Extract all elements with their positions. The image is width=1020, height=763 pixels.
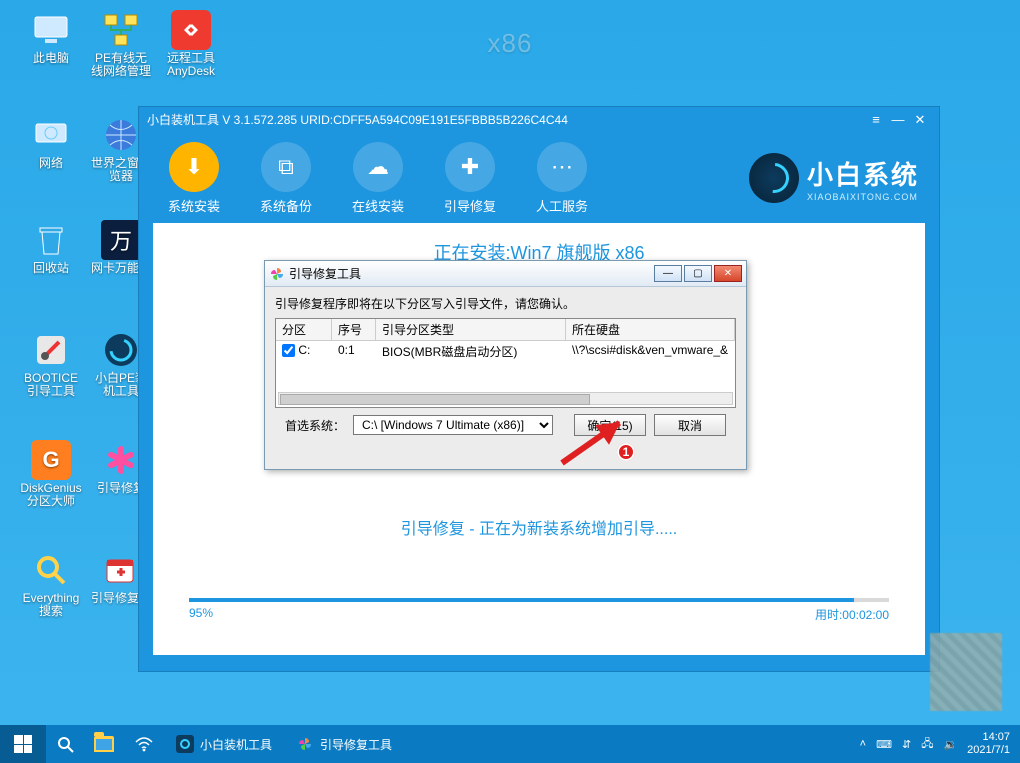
annotation-bullet: 1 <box>617 443 635 461</box>
clock-date: 2021/7/1 <box>967 744 1010 757</box>
ok-button[interactable]: 确定(15) <box>574 414 646 436</box>
table-header-row: 分区 序号 引导分区类型 所在硬盘 <box>276 319 735 341</box>
dialog-message: 引导修复程序即将在以下分区写入引导文件，请您确认。 <box>275 295 736 312</box>
desktop-icon-bootice[interactable]: BOOTICE引导工具 <box>20 330 82 402</box>
desktop-icon-everything[interactable]: Everything搜索 <box>20 550 82 622</box>
row-checkbox[interactable] <box>282 344 295 357</box>
dialog-titlebar: 引导修复工具 — ▢ ✕ <box>265 261 746 287</box>
tab-support[interactable]: ⋯人工服务 <box>527 142 597 215</box>
brand-subtitle: XIAOBAIXITONG.COM <box>807 192 919 202</box>
clock-time: 14:07 <box>967 731 1010 744</box>
task-item-installer[interactable]: 小白装机工具 <box>164 725 284 763</box>
tray-network-icon[interactable]: 🖧 <box>921 735 933 754</box>
windows-logo-icon <box>14 735 32 753</box>
installer-titlebar: 小白装机工具 V 3.1.572.285 URID:CDFF5A594C09E1… <box>139 107 939 133</box>
progress-fill <box>189 598 854 602</box>
col-type[interactable]: 引导分区类型 <box>376 319 566 340</box>
preferred-system-select[interactable]: C:\ [Windows 7 Ultimate (x86)] <box>353 415 553 435</box>
tab-boot-repair[interactable]: ✚引导修复 <box>435 142 505 215</box>
desktop-icon-this-pc[interactable]: 此电脑 <box>20 10 82 82</box>
desktop-icon-anydesk[interactable]: 远程工具AnyDesk <box>160 10 222 82</box>
plus-icon: ✚ <box>461 154 479 180</box>
dialog-maximize-button[interactable]: ▢ <box>684 265 712 282</box>
desktop-icon-diskgenius[interactable]: GDiskGenius分区大师 <box>20 440 82 512</box>
tab-system-install[interactable]: ⬇系统安装 <box>159 142 229 215</box>
desktop-watermark: x86 <box>488 28 533 59</box>
col-index[interactable]: 序号 <box>332 319 376 340</box>
task-search[interactable] <box>46 725 84 763</box>
cancel-button[interactable]: 取消 <box>654 414 726 436</box>
col-partition[interactable]: 分区 <box>276 319 332 340</box>
pinwheel-icon <box>269 266 285 282</box>
menu-icon[interactable]: ≡ <box>865 111 887 129</box>
boot-repair-dialog: 引导修复工具 — ▢ ✕ 引导修复程序即将在以下分区写入引导文件，请您确认。 分… <box>264 260 747 470</box>
installer-task-icon <box>176 735 194 753</box>
progress-bar <box>189 598 889 602</box>
desktop-icon-network-mgr[interactable]: PE有线无线网络管理 <box>90 10 152 82</box>
show-desktop-button[interactable] <box>1014 725 1020 763</box>
dialog-minimize-button[interactable]: — <box>654 265 682 282</box>
tab-system-backup[interactable]: ⧉系统备份 <box>251 142 321 215</box>
tray-chevron-icon[interactable]: ˄ <box>860 738 866 750</box>
tray-keyboard-icon[interactable]: ⌨ <box>876 738 892 751</box>
brand-block: 小白系统 XIAOBAIXITONG.COM <box>749 153 919 203</box>
download-icon: ⬇ <box>185 154 203 180</box>
cloud-icon: ☁ <box>367 154 389 180</box>
task-item-bootrepair[interactable]: 引导修复工具 <box>284 725 404 763</box>
close-icon[interactable]: ✕ <box>909 111 931 129</box>
task-explorer[interactable] <box>84 725 124 763</box>
desktop-thumbnail <box>930 633 1002 711</box>
progress-area: 95% 用时:00:02:00 <box>189 598 889 623</box>
taskbar: 小白装机工具 引导修复工具 ˄ ⌨ ⇵ 🖧 🔉 14:07 2021/7/1 <box>0 725 1020 763</box>
main-toolbar: ⬇系统安装 ⧉系统备份 ☁在线安装 ✚引导修复 ⋯人工服务 小白系统 XIAOB… <box>139 133 939 223</box>
taskbar-clock[interactable]: 14:07 2021/7/1 <box>967 731 1014 757</box>
col-disk[interactable]: 所在硬盘 <box>566 319 735 340</box>
installer-title-text: 小白装机工具 V 3.1.572.285 URID:CDFF5A594C09E1… <box>147 107 568 133</box>
start-button[interactable] <box>0 725 46 763</box>
tab-online-install[interactable]: ☁在线安装 <box>343 142 413 215</box>
backup-icon: ⧉ <box>278 154 294 180</box>
brand-title: 小白系统 <box>807 155 919 192</box>
task-wifi[interactable] <box>124 725 164 763</box>
status-text: 引导修复 - 正在为新装系统增加引导..... <box>169 515 909 539</box>
desktop-icon-recycle-bin[interactable]: 回收站 <box>20 220 82 292</box>
tray-volume-icon[interactable]: 🔉 <box>943 738 957 751</box>
system-tray[interactable]: ˄ ⌨ ⇵ 🖧 🔉 <box>850 735 968 754</box>
bootrepair-task-icon <box>296 735 314 753</box>
elapsed-time: 用时:00:02:00 <box>815 606 889 623</box>
dialog-close-button[interactable]: ✕ <box>714 265 742 282</box>
folder-icon <box>94 736 114 752</box>
horizontal-scrollbar[interactable] <box>278 392 733 405</box>
minimize-icon[interactable]: — <box>887 111 909 129</box>
table-row[interactable]: C: 0:1 BIOS(MBR磁盘启动分区) \\?\scsi#disk&ven… <box>276 341 735 362</box>
dialog-title-text: 引导修复工具 <box>289 265 361 282</box>
progress-percent: 95% <box>189 606 213 623</box>
desktop-icon-network[interactable]: 网络 <box>20 115 82 187</box>
preferred-system-label: 首选系统： <box>285 417 345 434</box>
chat-icon: ⋯ <box>551 154 573 180</box>
brand-logo-icon <box>749 153 799 203</box>
tray-usb-icon[interactable]: ⇵ <box>902 738 911 751</box>
partition-table: 分区 序号 引导分区类型 所在硬盘 C: 0:1 BIOS(MBR磁盘启动分区)… <box>275 318 736 408</box>
